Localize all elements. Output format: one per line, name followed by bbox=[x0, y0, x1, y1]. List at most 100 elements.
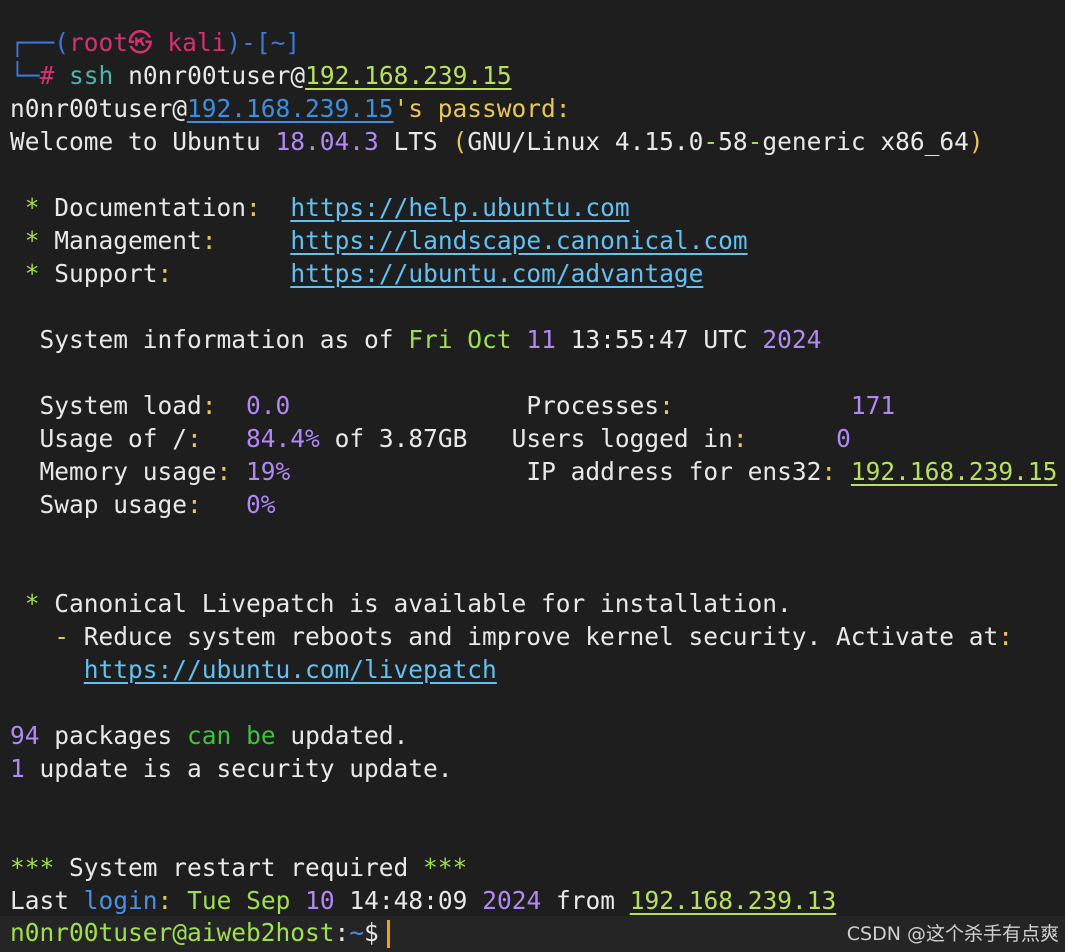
livepatch-detail-line: - Reduce system reboots and improve kern… bbox=[10, 620, 1065, 653]
usage-value: 84.4% bbox=[246, 424, 320, 453]
doc-label: Management bbox=[39, 226, 202, 255]
shell-prompt[interactable]: n0nr00tuser@aiweb2host:~$ bbox=[10, 916, 390, 950]
sysinfo-month: Oct bbox=[467, 325, 512, 354]
paren-close: ) bbox=[968, 127, 984, 156]
users-label: Users logged in bbox=[511, 424, 733, 453]
colon: : bbox=[659, 391, 674, 420]
management-link[interactable]: https://landscape.canonical.com bbox=[290, 226, 747, 255]
packages-count: 94 bbox=[10, 721, 40, 750]
support-link[interactable]: https://ubuntu.com/advantage bbox=[290, 259, 703, 288]
ssh-user-arg: n0nr00tuser@ bbox=[128, 61, 306, 90]
packages-text: packages bbox=[39, 721, 188, 750]
last-login-line: Last login: Tue Sep 10 14:48:09 2024 fro… bbox=[10, 884, 1065, 917]
prompt-path: ~ bbox=[349, 918, 365, 947]
ssh-command: ssh bbox=[69, 61, 114, 90]
doc-line-documentation: * Documentation: https://help.ubuntu.com bbox=[10, 191, 1065, 224]
colon: : bbox=[246, 193, 261, 222]
stats-row-4: Swap usage: 0% bbox=[10, 488, 1065, 521]
sysinfo-day: Fri bbox=[408, 325, 453, 354]
star-bullet: * bbox=[10, 589, 40, 618]
colon: : bbox=[732, 424, 748, 453]
star-bullet: * bbox=[10, 259, 40, 288]
security-count: 1 bbox=[10, 754, 25, 783]
ubuntu-version: 18.04.3 bbox=[275, 127, 379, 156]
pad bbox=[261, 193, 291, 222]
sysinfo-line: System information as of Fri Oct 11 13:5… bbox=[10, 323, 1065, 356]
login-time: 14:48:09 bbox=[349, 886, 468, 915]
kernel-build: 58 bbox=[718, 127, 748, 156]
ssh-ip-arg[interactable]: 192.168.239.15 bbox=[305, 61, 512, 90]
colon: : bbox=[998, 622, 1014, 651]
kali-prompt-line-1: ┌──(root㉿ kali)-[~] bbox=[10, 26, 1065, 59]
password-prompt: n0nr00tuser@192.168.239.15's password: bbox=[10, 92, 1065, 125]
documentation-link[interactable]: https://help.ubuntu.com bbox=[290, 193, 629, 222]
load-label: System load bbox=[10, 391, 202, 420]
login-year: 2024 bbox=[482, 886, 542, 915]
dash-bullet: - bbox=[10, 622, 70, 651]
watermark: CSDN @这个杀手有点爽 bbox=[846, 923, 1059, 945]
processes-value: 171 bbox=[850, 391, 896, 420]
security-text: update is a security update. bbox=[24, 754, 453, 783]
sysinfo-tz: UTC bbox=[703, 325, 748, 354]
livepatch-detail: Reduce system reboots and improve kernel… bbox=[69, 622, 999, 651]
prompt-host: kali bbox=[167, 28, 227, 57]
paren-open: ( bbox=[452, 127, 468, 156]
login-day: Tue bbox=[187, 886, 232, 915]
login-ip[interactable]: 192.168.239.13 bbox=[630, 886, 837, 915]
livepatch-line: * Canonical Livepatch is available for i… bbox=[10, 587, 1065, 620]
star-bullet: * bbox=[10, 226, 40, 255]
prompt-box-top: ┌── bbox=[10, 28, 55, 57]
lts-text: LTS bbox=[378, 127, 453, 156]
load-value: 0.0 bbox=[246, 391, 291, 420]
login-date: 10 bbox=[305, 886, 335, 915]
terminal-output: ┌──(root㉿ kali)-[~] └─# ssh n0nr00tuser@… bbox=[10, 26, 1065, 917]
prompt-hash: # bbox=[39, 61, 55, 90]
prompt-box-bottom: └─ bbox=[10, 61, 40, 90]
prompt-paren-open: ( bbox=[54, 28, 70, 57]
dash: - bbox=[703, 127, 719, 156]
password-ip[interactable]: 192.168.239.15 bbox=[187, 94, 394, 123]
doc-label: Documentation bbox=[39, 193, 247, 222]
swap-label: Swap usage bbox=[10, 490, 188, 519]
colon: : bbox=[216, 457, 232, 486]
memory-label: Memory usage bbox=[10, 457, 217, 486]
doc-line-support: * Support: https://ubuntu.com/advantage bbox=[10, 257, 1065, 290]
password-user: n0nr00tuser@ bbox=[10, 94, 188, 123]
pad bbox=[172, 259, 290, 288]
security-line: 1 update is a security update. bbox=[10, 752, 1065, 785]
colon: : bbox=[201, 391, 217, 420]
prompt-user: root bbox=[69, 28, 129, 57]
sysinfo-time: 13:55:47 bbox=[570, 325, 689, 354]
be-word: be bbox=[246, 721, 276, 750]
doc-label: Support bbox=[39, 259, 158, 288]
sysinfo-year: 2024 bbox=[762, 325, 822, 354]
from-word: from bbox=[541, 886, 630, 915]
dash: - bbox=[747, 127, 763, 156]
stats-row-1: System load: 0.0 Processes: 171 bbox=[10, 389, 1065, 422]
processes-label: Processes bbox=[526, 391, 660, 420]
colon: : bbox=[821, 457, 837, 486]
updated-text: updated. bbox=[275, 721, 409, 750]
colon: : bbox=[157, 886, 173, 915]
colon: : bbox=[157, 259, 173, 288]
skull-icon: ㉿ bbox=[128, 28, 153, 57]
colon: : bbox=[201, 226, 217, 255]
usage-label: Usage of / bbox=[10, 424, 188, 453]
welcome-text: Welcome to Ubuntu bbox=[10, 127, 276, 156]
usage-total: 3.87GB bbox=[378, 424, 468, 453]
kernel-text: GNU/Linux 4.15.0 bbox=[467, 127, 704, 156]
sysinfo-date: 11 bbox=[526, 325, 556, 354]
packages-line: 94 packages can be updated. bbox=[10, 719, 1065, 752]
stats-row-3: Memory usage: 19% IP address for ens32: … bbox=[10, 455, 1065, 488]
sysinfo-label: System information as of bbox=[10, 325, 409, 354]
can-word: can bbox=[187, 721, 232, 750]
ip-value[interactable]: 192.168.239.15 bbox=[851, 457, 1058, 486]
livepatch-link[interactable]: https://ubuntu.com/livepatch bbox=[84, 655, 497, 684]
memory-value: 19% bbox=[246, 457, 291, 486]
restart-line: *** System restart required *** bbox=[10, 851, 1065, 884]
pad bbox=[217, 226, 291, 255]
